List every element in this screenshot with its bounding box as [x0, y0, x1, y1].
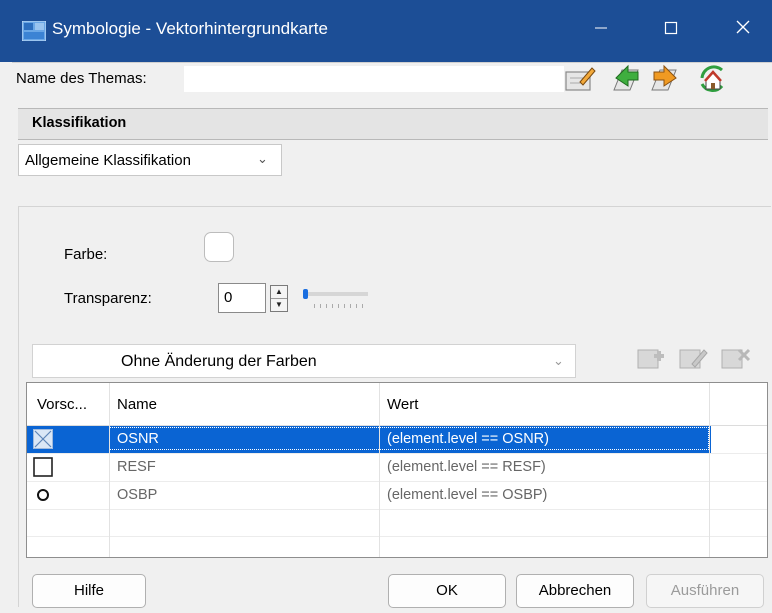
edit-icon[interactable]: [562, 60, 598, 96]
table-row[interactable]: RESF (element.level == RESF): [27, 454, 711, 481]
classification-section-title: Klassifikation: [32, 115, 127, 131]
row-divider: [27, 536, 767, 537]
color-label: Farbe:: [64, 246, 108, 263]
row-value: (element.level == OSBP): [387, 487, 548, 503]
spin-up-icon[interactable]: ▲: [271, 286, 287, 299]
color-mode-select[interactable]: Ohne Änderung der Farben ⌄: [32, 344, 576, 378]
classification-section-header: Klassifikation: [18, 108, 768, 140]
spin-down-icon[interactable]: ▼: [271, 299, 287, 311]
color-mode-value: Ohne Änderung der Farben: [121, 353, 317, 370]
maximize-icon: [664, 21, 678, 35]
title-bar: Symbologie - Vektorhintergrundkarte: [0, 0, 772, 62]
classification-type-select[interactable]: Allgemeine Klassifikation ⌄: [18, 144, 282, 176]
column-divider: [379, 383, 380, 557]
table-row[interactable]: OSNR (element.level == OSNR): [27, 426, 711, 453]
slider-ticks: [314, 304, 368, 308]
maximize-button[interactable]: [646, 14, 696, 48]
help-button[interactable]: Hilfe: [32, 574, 146, 608]
cancel-button[interactable]: Abbrechen: [516, 574, 634, 608]
square-symbol-icon: [33, 457, 53, 477]
chevron-down-icon: ⌄: [553, 353, 564, 368]
row-name: OSBP: [117, 487, 158, 503]
column-header-preview[interactable]: Vorsc...: [37, 396, 87, 413]
row-value: (element.level == RESF): [387, 459, 546, 475]
column-divider: [709, 383, 710, 557]
theme-name-label: Name des Themas:: [16, 70, 147, 87]
close-button[interactable]: [718, 14, 768, 48]
apply-button[interactable]: Ausführen: [646, 574, 764, 608]
minimize-icon: [595, 27, 607, 29]
color-swatch[interactable]: [204, 232, 234, 262]
home-refresh-icon[interactable]: [694, 60, 730, 96]
circle-symbol-icon: [37, 489, 49, 501]
slider-thumb[interactable]: [303, 289, 308, 299]
delete-row-icon[interactable]: [718, 342, 754, 374]
chevron-down-icon: ⌄: [257, 151, 268, 166]
edit-row-icon[interactable]: [676, 342, 712, 374]
column-header-name[interactable]: Name: [117, 396, 157, 413]
close-icon: [736, 20, 750, 34]
transparency-value: 0: [224, 289, 233, 306]
row-divider: [27, 509, 767, 510]
import-icon[interactable]: [608, 60, 644, 96]
add-row-icon[interactable]: [634, 342, 670, 374]
window-title: Symbologie - Vektorhintergrundkarte: [52, 19, 328, 38]
x-symbol-icon: [33, 429, 53, 449]
app-icon: [22, 21, 46, 41]
transparency-slider[interactable]: [304, 292, 368, 296]
theme-name-input[interactable]: [184, 66, 564, 92]
column-divider: [109, 383, 110, 557]
transparency-input[interactable]: 0: [218, 283, 266, 313]
export-icon[interactable]: [646, 60, 682, 96]
table-header: Vorsc... Name Wert: [27, 383, 767, 426]
focus-rectangle: [109, 427, 709, 450]
transparency-label: Transparenz:: [64, 290, 152, 307]
transparency-spinner[interactable]: ▲ ▼: [270, 285, 288, 312]
classification-type-value: Allgemeine Klassifikation: [25, 152, 191, 169]
row-name: RESF: [117, 459, 156, 475]
minimize-button[interactable]: [576, 14, 626, 48]
ok-button[interactable]: OK: [388, 574, 506, 608]
classification-table: Vorsc... Name Wert OSNR (element.level =…: [26, 382, 768, 558]
column-header-value[interactable]: Wert: [387, 396, 418, 413]
table-row[interactable]: OSBP (element.level == OSBP): [27, 482, 711, 509]
